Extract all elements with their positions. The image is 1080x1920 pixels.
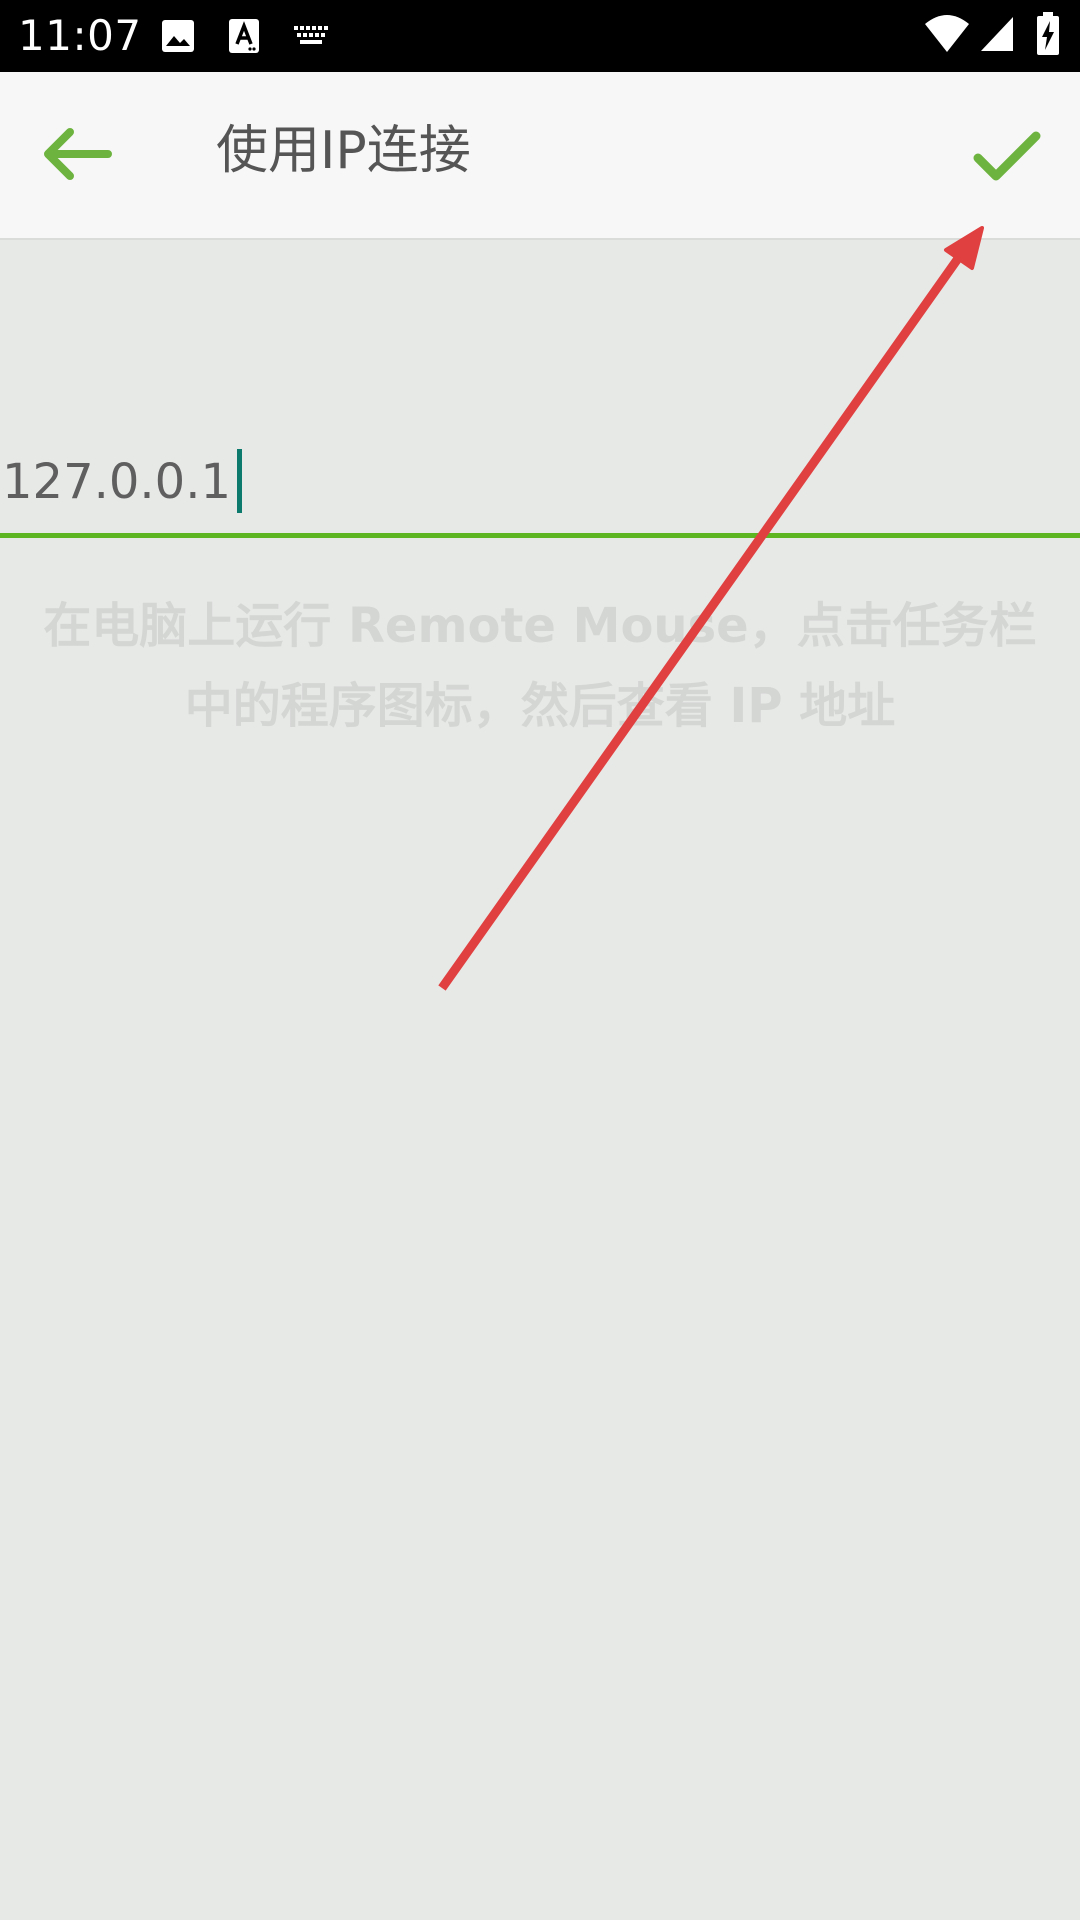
ip-hint-text: 在电脑上运行 Remote Mouse，点击任务栏中的程序图标，然后查看 IP … bbox=[43, 598, 1037, 734]
back-button[interactable] bbox=[36, 118, 132, 190]
arrow-left-icon bbox=[36, 118, 132, 190]
battery-charging-icon bbox=[1036, 12, 1060, 56]
text-input-icon bbox=[228, 18, 260, 54]
image-icon bbox=[160, 18, 196, 54]
status-bar: 11:07 bbox=[0, 0, 1080, 72]
input-underline bbox=[0, 533, 1080, 538]
ip-address-field[interactable]: 127.0.0.1 bbox=[0, 436, 1080, 540]
app-bar: 使用IP连接 bbox=[0, 72, 1080, 240]
cellular-signal-icon bbox=[980, 16, 1014, 52]
checkmark-icon bbox=[968, 122, 1048, 194]
wifi-icon bbox=[924, 14, 970, 54]
status-time: 11:07 bbox=[18, 11, 142, 60]
confirm-button[interactable] bbox=[968, 122, 1048, 194]
annotation-arrow bbox=[438, 226, 984, 991]
keyboard-icon bbox=[292, 22, 332, 50]
page-title: 使用IP连接 bbox=[216, 121, 471, 181]
text-cursor bbox=[237, 449, 243, 513]
ip-address-input[interactable]: 127.0.0.1 bbox=[0, 436, 243, 528]
ip-address-value: 127.0.0.1 bbox=[2, 454, 232, 510]
